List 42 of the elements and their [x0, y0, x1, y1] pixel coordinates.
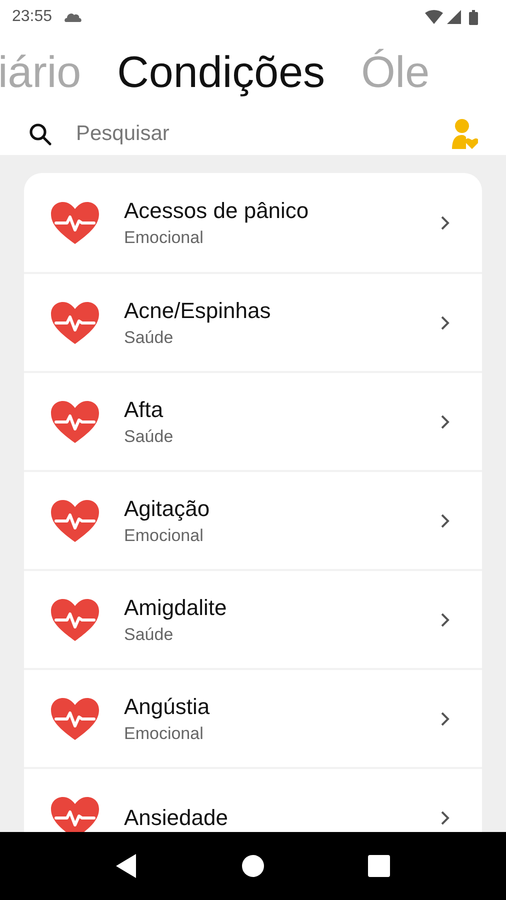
heart-pulse-icon: [50, 300, 100, 344]
condition-name: Angústia: [124, 693, 211, 721]
status-time: 23:55: [12, 7, 52, 27]
signal-icon: [447, 10, 461, 24]
chevron-right-icon: [440, 710, 450, 726]
chevron-right-icon: [440, 214, 450, 230]
home-icon[interactable]: [242, 855, 264, 877]
condition-category: Saúde: [124, 326, 174, 348]
condition-name: Acessos de pânico: [124, 197, 310, 225]
condition-row[interactable]: Acne/Espinhas Saúde: [24, 272, 482, 371]
condition-row[interactable]: Agitação Emocional: [24, 470, 482, 569]
condition-category: Saúde: [124, 624, 174, 645]
condition-name: Agitação: [124, 495, 211, 523]
wifi-icon: [425, 10, 443, 24]
condition-category: Emocional: [124, 722, 204, 744]
condition-row[interactable]: Amigdalite Saúde: [24, 569, 482, 668]
condition-row[interactable]: Angústia Emocional: [24, 668, 482, 767]
search-icon[interactable]: [28, 122, 52, 146]
back-icon[interactable]: [116, 854, 138, 878]
condition-category: Saúde: [124, 426, 174, 447]
heart-pulse-icon: [50, 498, 100, 542]
tab[interactable]: Condições: [117, 51, 326, 95]
chevron-right-icon: [440, 512, 450, 528]
heart-pulse-icon: [50, 200, 100, 244]
heart-pulse-icon: [50, 400, 100, 444]
chevron-right-icon: [440, 414, 450, 430]
condition-category: Emocional: [124, 226, 204, 248]
chevron-right-icon: [440, 810, 450, 826]
condition-name: Afta: [124, 396, 164, 424]
condition-name: Acne/Espinhas: [124, 297, 272, 325]
condition-row[interactable]: Afta Saúde: [24, 371, 482, 470]
condition-name: Ansiedade: [124, 804, 229, 832]
heart-pulse-icon: [50, 696, 100, 740]
chevron-right-icon: [440, 612, 450, 628]
search-field[interactable]: Pesquisar: [76, 118, 452, 150]
cloud-icon: [64, 12, 82, 22]
condition-category: Emocional: [124, 524, 204, 546]
battery-icon: [469, 10, 478, 24]
condition-row[interactable]: Acessos de pânico Emocional: [24, 173, 482, 272]
condition-name: Amigdalite: [124, 594, 228, 622]
heart-pulse-icon: [50, 598, 100, 642]
chevron-right-icon: [440, 314, 450, 330]
